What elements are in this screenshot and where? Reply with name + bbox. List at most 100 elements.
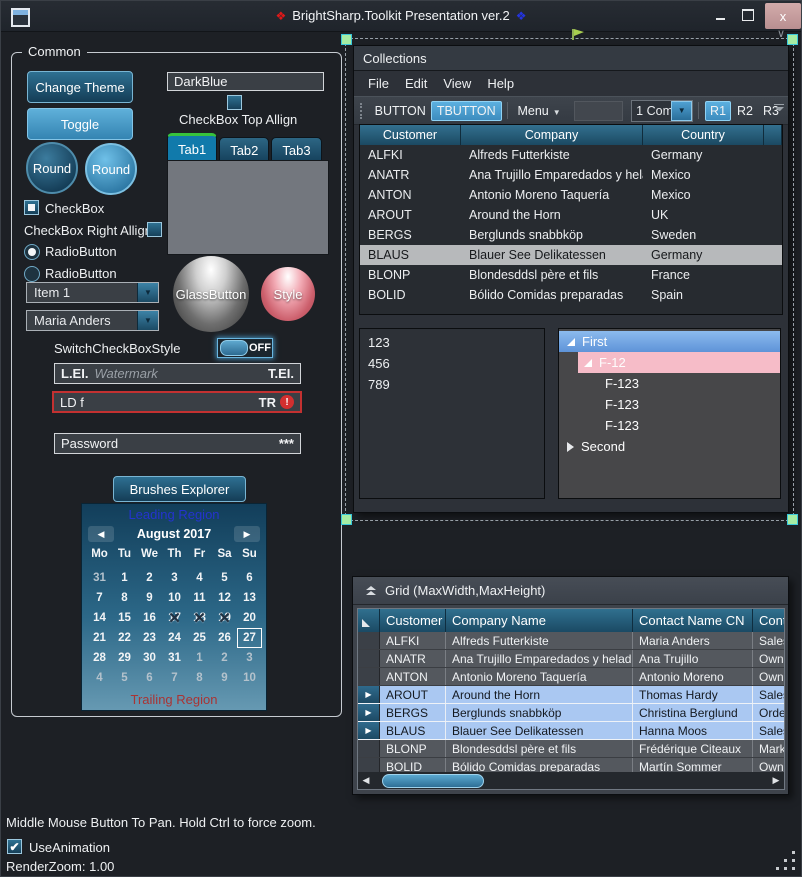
row-header[interactable]: ▶ [358, 686, 380, 703]
row-header[interactable] [358, 668, 380, 685]
checkbox[interactable] [24, 200, 39, 215]
menu-item-view[interactable]: View [435, 73, 479, 94]
calendar-day[interactable]: 7 [162, 668, 187, 688]
calendar-prev-icon[interactable]: ◀ [88, 526, 114, 542]
table-row[interactable]: ALFKIAlfreds FutterkisteGermany [360, 145, 782, 165]
table-row[interactable]: BLONPBlondesddsl père et filsFrédérique … [358, 740, 784, 758]
table-row[interactable]: ANTONAntonio Moreno TaqueríaAntonio More… [358, 668, 784, 686]
close-button[interactable]: x [765, 3, 801, 29]
calendar-day[interactable]: 14 [87, 608, 112, 628]
column-header-contact-name[interactable]: Contact Name CN [633, 609, 753, 632]
scrollbar-track[interactable] [374, 772, 768, 789]
tree-item-f-123[interactable]: F-123 [559, 373, 780, 394]
scroll-left-icon[interactable]: ◀ [358, 775, 374, 786]
row-header[interactable]: ▶ [358, 704, 380, 721]
radio-button-1[interactable] [24, 244, 40, 260]
item-combobox[interactable]: Item 1 ▼ [26, 282, 159, 303]
round-button-light[interactable]: Round [85, 143, 137, 195]
calendar-day[interactable]: 23 [137, 628, 162, 648]
checkbox-top-align[interactable] [227, 95, 242, 110]
column-header-customer-id[interactable]: Customer ID [380, 609, 446, 632]
list-item[interactable]: 789 [360, 374, 544, 395]
row-header[interactable] [358, 632, 380, 649]
chevron-down-icon[interactable]: ▼ [137, 283, 158, 302]
calendar-day[interactable]: 31 [162, 648, 187, 668]
column-header-company[interactable]: Company [461, 125, 643, 145]
calendar-day[interactable]: 11 [187, 588, 212, 608]
calendar-day[interactable]: 9 [212, 668, 237, 688]
change-theme-button[interactable]: Change Theme [27, 71, 133, 103]
column-header-company-name[interactable]: Company Name [446, 609, 633, 632]
collections-title-bar[interactable]: Collections [354, 46, 788, 71]
calendar-day[interactable]: 2 [137, 568, 162, 588]
menu-item-help[interactable]: Help [479, 73, 522, 94]
brushes-explorer-button[interactable]: Brushes Explorer [113, 476, 246, 502]
select-all-corner[interactable] [358, 609, 380, 632]
adorner-handle-top-right[interactable] [787, 34, 798, 45]
tree-item-f-123[interactable]: F-123 [559, 415, 780, 436]
calendar-day[interactable]: 4 [187, 568, 212, 588]
menu-item-edit[interactable]: Edit [397, 73, 435, 94]
column-header-contact-title[interactable]: Cont [753, 609, 785, 632]
list-item[interactable]: 123 [360, 332, 544, 353]
tree-item-first[interactable]: First [559, 331, 780, 352]
tab-tab1[interactable]: Tab1 [167, 133, 217, 163]
calendar-day[interactable]: 7 [87, 588, 112, 608]
table-row[interactable]: AROUTAround the HornUK [360, 205, 782, 225]
toolbar-radio-r2[interactable]: R2 [733, 102, 757, 120]
calendar-day[interactable]: 17 [162, 608, 187, 628]
glass-button[interactable]: GlassButton [173, 256, 249, 332]
calendar-day[interactable]: 29 [112, 648, 137, 668]
toolbar-grip-icon[interactable] [360, 103, 365, 119]
password-box[interactable]: Password *** [54, 433, 301, 454]
checkbox-right-align[interactable] [147, 222, 162, 237]
adorner-handle-top-left[interactable] [341, 34, 352, 45]
tree-item-second[interactable]: Second [559, 436, 780, 457]
minimize-button[interactable] [707, 1, 733, 29]
calendar-day[interactable]: 15 [112, 608, 137, 628]
watermark-textbox[interactable]: L.EI. Watermark T.EI. [54, 363, 301, 384]
tree-item-f-12[interactable]: F-12 [578, 352, 780, 373]
toolbar-radio-r1[interactable]: R1 [705, 101, 731, 121]
calendar-day[interactable]: 30 [137, 648, 162, 668]
table-row[interactable]: ANTONAntonio Moreno TaqueríaMexico [360, 185, 782, 205]
table-row[interactable]: BLAUSBlauer See DelikatessenGermany [360, 245, 782, 265]
grid-panel-header[interactable]: Grid (MaxWidth,MaxHeight) [353, 577, 788, 605]
scrollbar-thumb[interactable] [382, 774, 484, 788]
calendar-day[interactable]: 10 [162, 588, 187, 608]
toolbar-menu-button[interactable]: Menu▼ [512, 102, 565, 120]
column-header-customer[interactable]: Customer [360, 125, 461, 145]
chevron-down-icon[interactable]: ▼ [137, 311, 158, 330]
switch-checkbox[interactable]: OFF [217, 338, 273, 358]
calendar-day[interactable]: 10 [237, 668, 262, 688]
calendar-day[interactable]: 1 [187, 648, 212, 668]
adorner-handle-bottom-right[interactable] [787, 514, 798, 525]
calendar-next-icon[interactable]: ▶ [234, 526, 260, 542]
list-item[interactable]: 456 [360, 353, 544, 374]
calendar-day[interactable]: 13 [237, 588, 262, 608]
calendar-day[interactable]: 22 [112, 628, 137, 648]
calendar-day[interactable]: 24 [162, 628, 187, 648]
theme-name-box[interactable]: DarkBlue [167, 72, 324, 91]
chevron-down-icon[interactable]: ▼ [671, 101, 692, 121]
calendar-day[interactable]: 19 [212, 608, 237, 628]
calendar-day[interactable]: 21 [87, 628, 112, 648]
calendar-day[interactable]: 8 [187, 668, 212, 688]
collapse-icon[interactable] [366, 585, 376, 596]
table-row[interactable]: ▶BERGSBerglunds snabbköpChristina Berglu… [358, 704, 784, 722]
calendar-day[interactable]: 2 [212, 648, 237, 668]
menu-item-file[interactable]: File [360, 73, 397, 94]
switch-knob[interactable] [220, 340, 248, 356]
toolbar-overflow-icon[interactable] [774, 104, 784, 111]
calendar-day[interactable]: 20 [237, 608, 262, 628]
calendar-day[interactable]: 16 [137, 608, 162, 628]
calendar-day[interactable]: 1 [112, 568, 137, 588]
calendar-day[interactable]: 5 [212, 568, 237, 588]
table-row[interactable]: ALFKIAlfreds FutterkisteMaria AndersSale… [358, 632, 784, 650]
radio-button-2[interactable] [24, 266, 40, 282]
calendar-day[interactable]: 28 [87, 648, 112, 668]
calendar-day[interactable]: 6 [237, 568, 262, 588]
table-row[interactable]: ANATRAna Trujillo Emparedados y helaMexi… [360, 165, 782, 185]
scroll-right-icon[interactable]: ▶ [768, 775, 784, 786]
calendar-day[interactable]: 27 [237, 628, 262, 648]
